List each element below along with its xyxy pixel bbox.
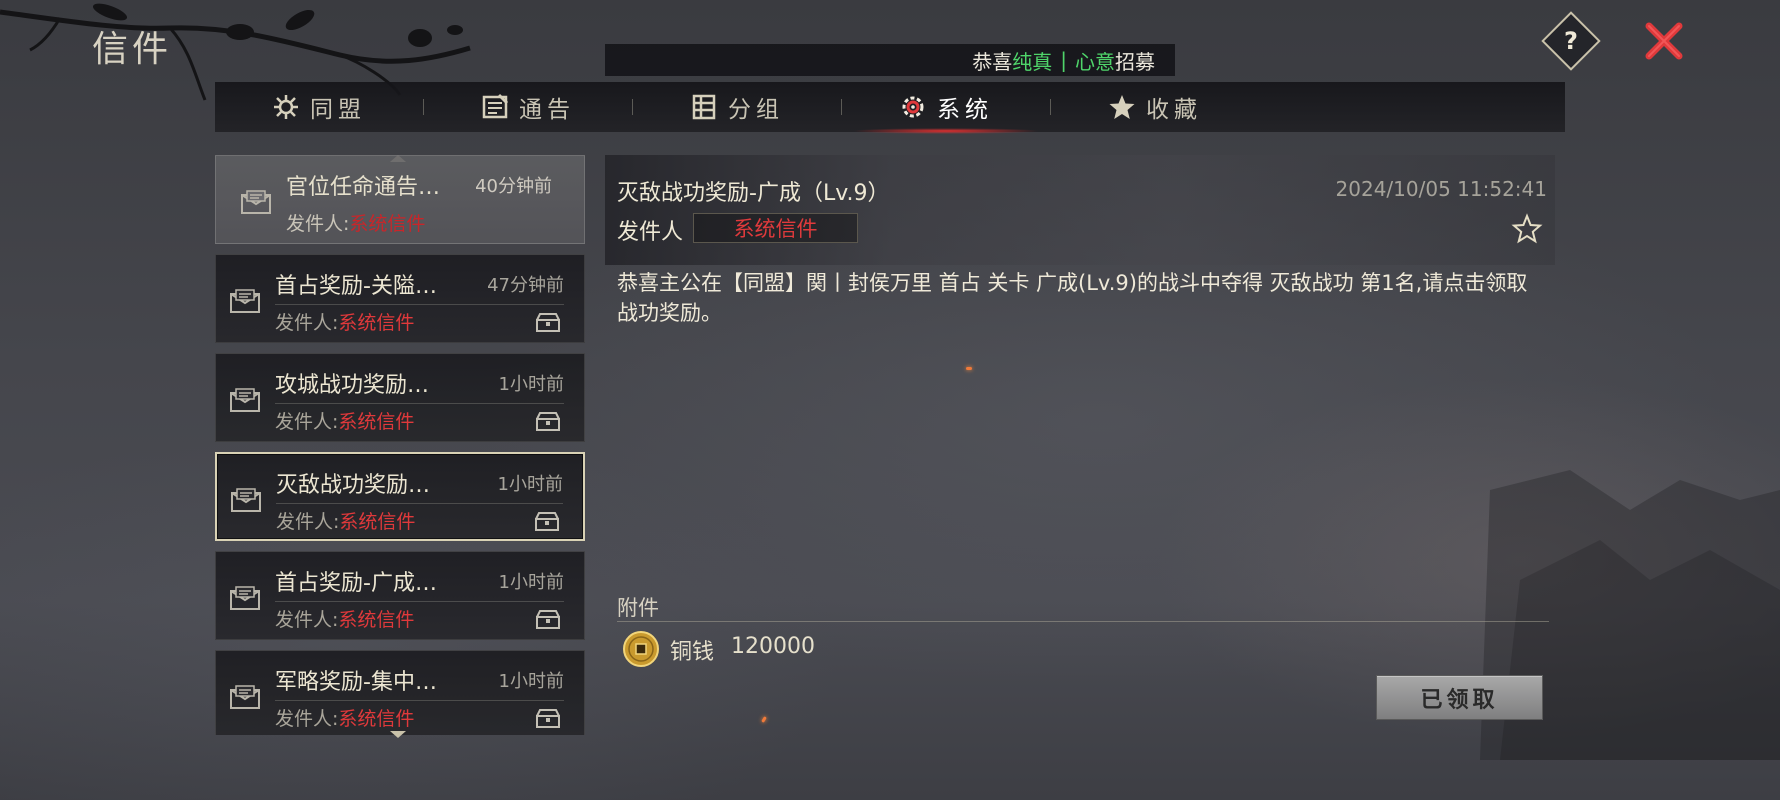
divider [275,700,564,701]
sender-name: 系统信件 [338,312,415,334]
tab-favorites[interactable]: 收藏 [1051,82,1259,132]
mail-list-item[interactable]: 官位任命通告… 40分钟前 发件人:系统信件 [215,155,585,244]
detail-header-banner [605,155,1555,265]
mail-time: 1小时前 [498,671,564,692]
attachment-chest-icon [536,610,560,629]
mail-envelope-icon [230,289,260,313]
sender-prefix: 发件人: [286,213,350,235]
group-icon [692,94,716,120]
star-icon [1109,95,1135,119]
mail-envelope-icon [230,586,260,610]
divider [275,403,564,404]
sender-name: 系统信件 [338,609,415,631]
mail-detail-date: 2024/10/05 11:52:41 [1335,177,1547,201]
mail-time: 47分钟前 [487,275,564,296]
tab-label: 同盟 [310,97,366,123]
mail-time: 1小时前 [498,572,564,593]
attachment-item-name: 铜钱 [670,640,715,665]
mail-list-item[interactable]: 首占奖励-广成… 1小时前 发件人:系统信件 [215,551,585,640]
alliance-icon [274,95,298,119]
mail-list-item-selected[interactable]: 灭敌战功奖励… 1小时前 发件人:系统信件 [215,452,585,541]
attachment-chest-icon [536,313,560,332]
mail-sender: 发件人:系统信件 [275,704,414,731]
copper-coin-icon [623,631,659,667]
mail-list: 官位任命通告… 40分钟前 发件人:系统信件 首占奖励-关隘… 47分钟前 发件… [215,155,585,735]
divider [617,621,1549,622]
sender-prefix: 发件人: [276,511,340,533]
mail-envelope-icon [230,685,260,709]
sender-badge: 系统信件 [693,213,858,243]
tab-system[interactable]: 系统 [842,82,1050,134]
announcement-icon [482,93,509,119]
mail-title: 首占奖励-广成… [275,571,437,596]
scroll-down-arrow-icon[interactable] [390,731,406,738]
divider [275,304,564,305]
close-icon[interactable] [1643,20,1685,62]
announcement-banner: 恭喜 纯真 | 心意 招募 [605,44,1175,76]
tab-announcement[interactable]: 通告 [424,82,632,132]
window-title: 信件 [92,29,173,70]
mail-title: 首占奖励-关隘… [275,274,437,299]
mail-envelope-icon [230,388,260,412]
mail-envelope-icon [241,190,271,214]
announcement-prefix: 恭喜 [972,49,1013,74]
help-button[interactable]: ? [1541,11,1601,71]
sender-name: 系统信件 [338,708,415,730]
mail-detail-panel: 灭敌战功奖励-广成（Lv.9） 2024/10/05 11:52:41 发件人 … [605,155,1555,735]
mail-sender: 发件人:系统信件 [275,605,414,632]
mail-list-item[interactable]: 首占奖励-关隘… 47分钟前 发件人:系统信件 [215,254,585,343]
mail-detail-title: 灭敌战功奖励-广成（Lv.9） [617,181,890,206]
announcement-name-2: 心意 [1075,49,1115,74]
sender-label: 发件人 [617,220,684,245]
mail-time: 40分钟前 [475,176,552,197]
mail-sender: 发件人:系统信件 [275,308,414,335]
announcement-name-1: 纯真 [1012,49,1053,74]
mail-sender: 发件人:系统信件 [276,507,415,534]
tab-group[interactable]: 分组 [633,82,841,132]
tab-label: 分组 [728,97,784,123]
mail-sender: 发件人:系统信件 [286,209,425,236]
mail-title: 灭敌战功奖励… [276,473,431,498]
favorite-star-icon[interactable] [1511,213,1543,245]
gear-icon [902,96,924,118]
mail-title: 官位任命通告… [286,175,441,200]
sender-name: 系统信件 [338,411,415,433]
attachment-label: 附件 [617,596,659,620]
tab-label: 收藏 [1146,97,1202,123]
sender-prefix: 发件人: [275,609,339,631]
mail-sender: 发件人:系统信件 [275,407,414,434]
mail-envelope-icon [231,488,261,512]
mail-time: 1小时前 [498,374,564,395]
mail-list-item[interactable]: 攻城战功奖励… 1小时前 发件人:系统信件 [215,353,585,442]
sender-prefix: 发件人: [275,411,339,433]
mail-list-item[interactable]: 军略奖励-集中… 1小时前 发件人:系统信件 [215,650,585,735]
divider [275,601,564,602]
announcement-suffix: 招募 [1115,49,1155,74]
tab-label: 系统 [937,97,993,123]
claimed-button[interactable]: 已领取 [1376,675,1543,720]
tab-alliance[interactable]: 同盟 [215,82,423,132]
attachment-chest-icon [536,412,560,431]
sender-name: 系统信件 [349,213,426,235]
sender-name: 系统信件 [339,511,416,533]
attachment-chest-icon [536,709,560,728]
mail-title: 攻城战功奖励… [275,373,430,398]
divider [276,503,563,504]
attachment-item-quantity: 120000 [731,634,815,659]
attachment-chest-icon [535,512,559,531]
mail-time: 1小时前 [497,474,563,495]
sender-prefix: 发件人: [275,708,339,730]
sender-prefix: 发件人: [275,312,339,334]
mail-detail-body: 恭喜主公在【同盟】関丨封侯万里 首占 关卡 广成(Lv.9)的战斗中夺得 灭敌战… [617,271,1528,325]
announcement-separator: | [1060,48,1067,72]
question-icon: ? [1564,27,1578,55]
tab-bar: 同盟 通告 分组 系统 收藏 [215,82,1565,134]
mail-title: 军略奖励-集中… [275,670,437,695]
tab-label: 通告 [519,97,575,123]
